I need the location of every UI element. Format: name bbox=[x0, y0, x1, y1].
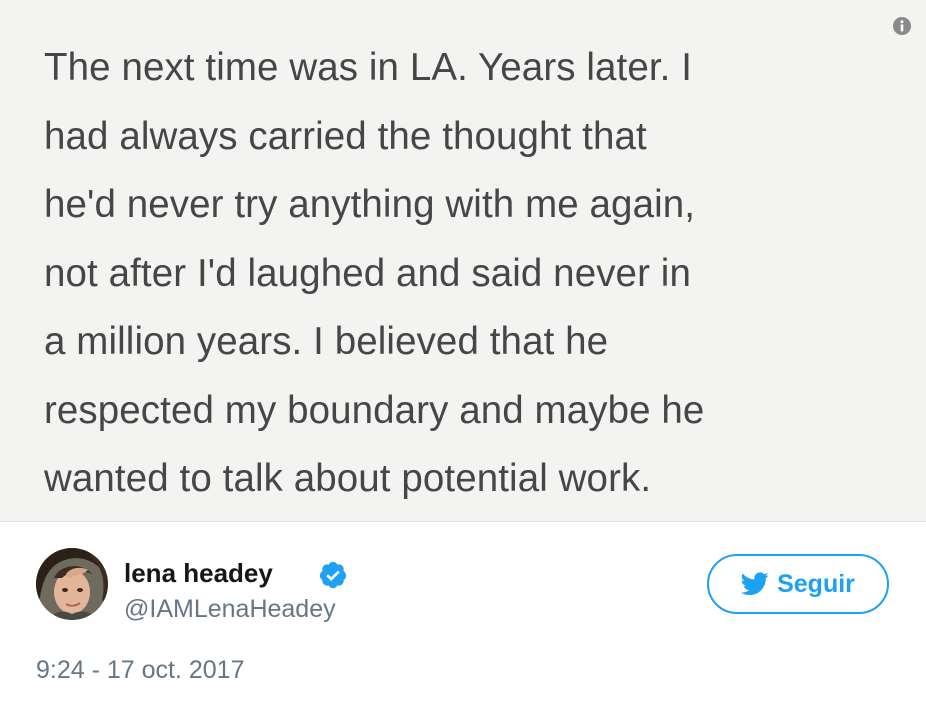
author-handle[interactable]: @IAMLenaHeadey bbox=[124, 594, 336, 624]
author-display-name[interactable]: lena headey bbox=[124, 557, 273, 589]
note-line: not after I'd laughed and said never in bbox=[44, 251, 691, 295]
note-line: respected my boundary and maybe he bbox=[44, 388, 705, 432]
note-line: The next time was in LA. Years later. I bbox=[44, 46, 693, 89]
note-text: The next time was in LA. Years later. I … bbox=[44, 34, 914, 514]
follow-button-label: Seguir bbox=[777, 569, 855, 598]
note-line: a million years. I believed that he bbox=[44, 320, 609, 363]
note-line: wanted to talk about potential work. bbox=[44, 457, 652, 500]
tweet-image-note[interactable]: The next time was in LA. Years later. I … bbox=[0, 0, 926, 522]
info-icon[interactable] bbox=[893, 17, 911, 35]
note-line: he'd never try anything with me again, bbox=[44, 183, 696, 226]
avatar[interactable] bbox=[36, 548, 108, 620]
twitter-bird-icon bbox=[741, 572, 769, 596]
tweet-timestamp[interactable]: 9:24 - 17 oct. 2017 bbox=[36, 655, 244, 685]
follow-button[interactable]: Seguir bbox=[707, 554, 889, 614]
note-line: had always carried the thought that bbox=[44, 114, 647, 158]
verified-badge-icon bbox=[319, 561, 347, 589]
